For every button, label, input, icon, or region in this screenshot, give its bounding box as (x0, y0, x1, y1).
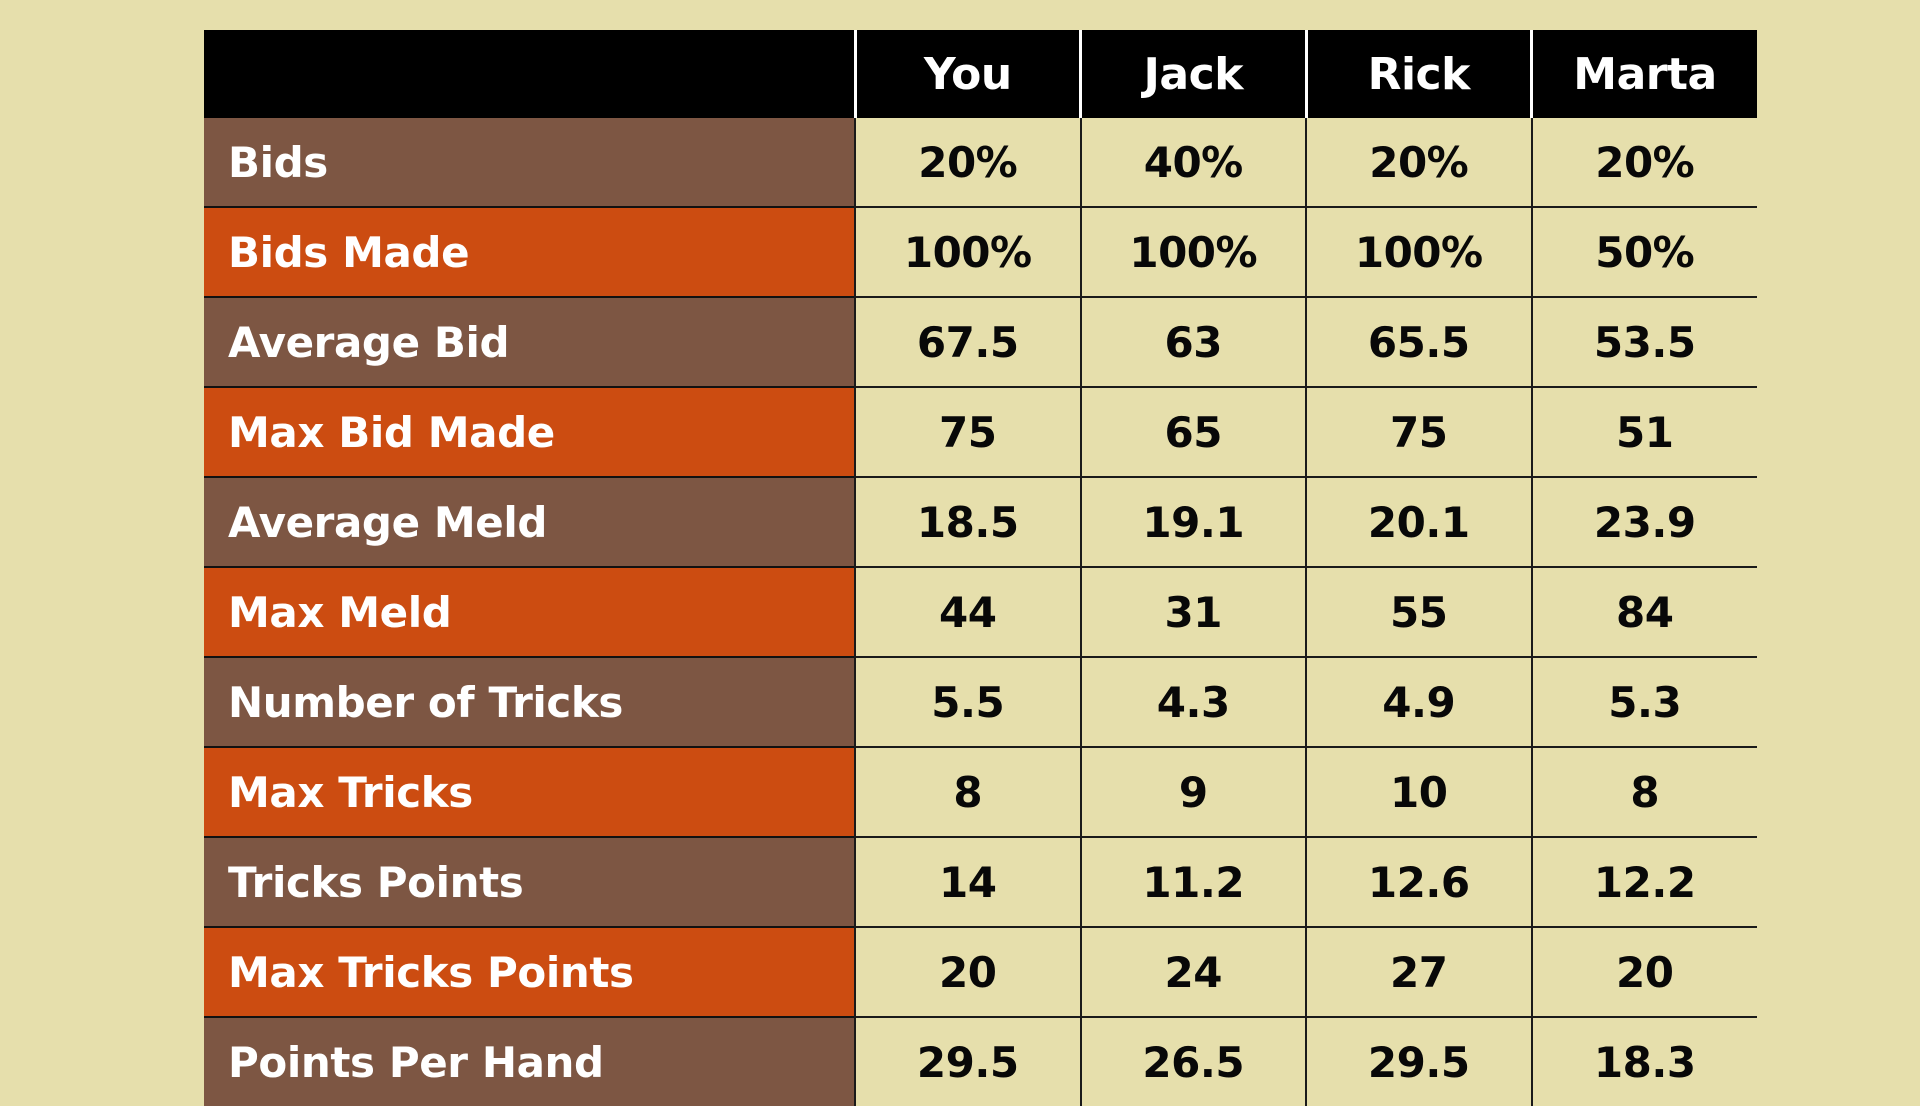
table-cell: 100% (1079, 206, 1306, 297)
table-cell: 5.3 (1530, 656, 1757, 747)
table-cell: 51 (1530, 386, 1757, 477)
table-row: Average Bid 67.5 63 65.5 53.5 (204, 296, 1757, 387)
table-cell: 19.1 (1079, 476, 1306, 567)
table-cell: 65.5 (1305, 296, 1532, 387)
table-row: Average Meld 18.5 19.1 20.1 23.9 (204, 476, 1757, 567)
column-header-marta: Marta (1530, 30, 1757, 118)
table-cell: 26.5 (1079, 1016, 1306, 1106)
table-cell: 18.3 (1530, 1016, 1757, 1106)
column-header-rick: Rick (1304, 30, 1532, 118)
row-label: Max Tricks Points (204, 926, 855, 1017)
table-cell: 44 (854, 566, 1081, 657)
table-cell: 20 (1530, 926, 1757, 1017)
table-cell: 20.1 (1305, 476, 1532, 567)
table-cell: 75 (1305, 386, 1532, 477)
table-cell: 4.9 (1305, 656, 1532, 747)
table-row: Points Per Hand 29.5 26.5 29.5 18.3 (204, 1016, 1757, 1106)
table-cell: 9 (1079, 746, 1306, 837)
table-cell: 14 (854, 836, 1081, 927)
table-cell: 10 (1305, 746, 1532, 837)
row-label: Max Tricks (204, 746, 855, 837)
table-cell: 23.9 (1530, 476, 1757, 567)
table-cell: 20 (854, 926, 1081, 1017)
table-cell: 100% (854, 206, 1081, 297)
table-row: Number of Tricks 5.5 4.3 4.9 5.3 (204, 656, 1757, 747)
table-cell: 18.5 (854, 476, 1081, 567)
row-label: Number of Tricks (204, 656, 855, 747)
table-row: Tricks Points 14 11.2 12.6 12.2 (204, 836, 1757, 927)
column-header-you: You (853, 30, 1081, 118)
table-cell: 29.5 (1305, 1016, 1532, 1106)
table-row: Bids 20% 40% 20% 20% (204, 118, 1757, 207)
table-row: Max Meld 44 31 55 84 (204, 566, 1757, 657)
row-label: Max Meld (204, 566, 855, 657)
table-cell: 12.2 (1530, 836, 1757, 927)
table-cell: 50% (1530, 206, 1757, 297)
table-cell: 53.5 (1530, 296, 1757, 387)
table-cell: 27 (1305, 926, 1532, 1017)
table-cell: 5.5 (854, 656, 1081, 747)
table-body: Bids 20% 40% 20% 20% Bids Made 100% 100% 100% 50%… (204, 118, 1757, 1106)
table-cell: 20% (1530, 118, 1757, 207)
table-cell: 31 (1079, 566, 1306, 657)
table-cell: 40% (1079, 118, 1306, 207)
table-header: You Jack Rick Marta (204, 30, 1757, 118)
table-cell: 84 (1530, 566, 1757, 657)
table-cell: 20% (854, 118, 1081, 207)
row-label: Tricks Points (204, 836, 855, 927)
row-label: Average Bid (204, 296, 855, 387)
column-header-jack: Jack (1079, 30, 1306, 118)
table-cell: 100% (1305, 206, 1532, 297)
table-cell: 8 (1530, 746, 1757, 837)
row-label: Max Bid Made (204, 386, 855, 477)
table-row: Max Bid Made 75 65 75 51 (204, 386, 1757, 477)
row-label: Bids Made (204, 206, 855, 297)
table-cell: 67.5 (854, 296, 1081, 387)
table-cell: 75 (854, 386, 1081, 477)
table-row: Bids Made 100% 100% 100% 50% (204, 206, 1757, 297)
stats-table-container: You Jack Rick Marta Bids 20% 40% 20% 20% Bids… (204, 30, 1757, 1106)
table-cell: 20% (1305, 118, 1532, 207)
header-row: You Jack Rick Marta (204, 30, 1757, 118)
player-statistics-table: You Jack Rick Marta Bids 20% 40% 20% 20% Bids… (204, 30, 1757, 1106)
table-cell: 8 (854, 746, 1081, 837)
header-corner-cell (204, 30, 855, 118)
table-cell: 29.5 (854, 1016, 1081, 1106)
table-cell: 12.6 (1305, 836, 1532, 927)
table-cell: 11.2 (1079, 836, 1306, 927)
table-row: Max Tricks Points 20 24 27 20 (204, 926, 1757, 1017)
row-label: Bids (204, 118, 855, 207)
table-cell: 65 (1079, 386, 1306, 477)
table-cell: 24 (1079, 926, 1306, 1017)
table-row: Max Tricks 8 9 10 8 (204, 746, 1757, 837)
table-cell: 4.3 (1079, 656, 1306, 747)
table-cell: 63 (1079, 296, 1306, 387)
row-label: Points Per Hand (204, 1016, 855, 1106)
row-label: Average Meld (204, 476, 855, 567)
table-cell: 55 (1305, 566, 1532, 657)
